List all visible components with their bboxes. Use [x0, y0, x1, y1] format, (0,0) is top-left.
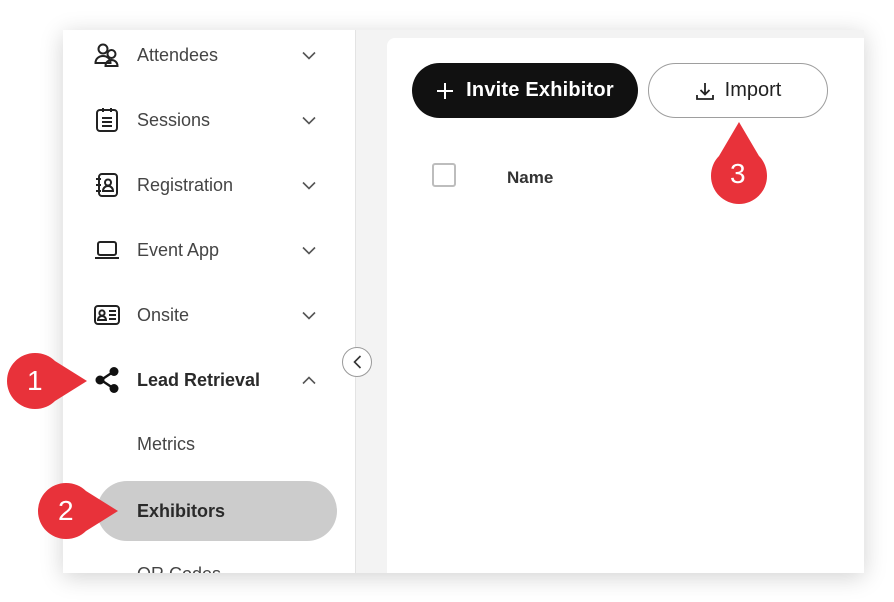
marker-shape-1 — [7, 353, 87, 409]
marker-number-3: 3 — [730, 158, 746, 189]
chevron-down-icon — [299, 305, 319, 325]
id-card-icon — [91, 299, 123, 331]
sidebar-item-label: Sessions — [137, 109, 211, 130]
app-frame: Attendees Sessions Registration Event Ap… — [63, 30, 864, 573]
sidebar-item-lead-retrieval[interactable]: Lead Retrieval — [63, 360, 356, 400]
invite-exhibitor-button[interactable]: Invite Exhibitor — [412, 63, 638, 118]
sidebar-item-sessions[interactable]: Sessions — [63, 100, 356, 140]
step-marker-1: 1 — [1, 351, 91, 416]
sidebar-item-label: Event App — [137, 239, 220, 260]
sidebar-item-label: Attendees — [137, 44, 219, 65]
laptop-icon — [91, 234, 123, 266]
column-header-name[interactable]: Name — [507, 168, 553, 188]
select-all-checkbox[interactable] — [432, 163, 456, 187]
download-icon — [695, 81, 715, 101]
sidebar-item-onsite[interactable]: Onsite — [63, 295, 356, 335]
contact-book-icon — [91, 169, 123, 201]
chevron-down-icon — [299, 240, 319, 260]
sidebar-subitem-qr-codes[interactable]: QR Codes — [137, 564, 221, 573]
chevron-down-icon — [299, 110, 319, 130]
sidebar-subitem-metrics[interactable]: Metrics — [137, 434, 195, 455]
chevron-down-icon — [299, 45, 319, 65]
import-label: Import — [724, 79, 782, 101]
sidebar-item-label: Onsite — [137, 304, 190, 325]
chevron-down-icon — [299, 175, 319, 195]
sidebar-subitem-exhibitors[interactable]: Exhibitors — [97, 481, 337, 541]
clipboard-icon — [91, 104, 123, 136]
sidebar-item-event-app[interactable]: Event App — [63, 230, 356, 270]
invite-exhibitor-label: Invite Exhibitor — [466, 79, 614, 101]
plus-icon — [436, 82, 454, 100]
collapse-sidebar-button[interactable] — [342, 347, 372, 377]
chevron-left-icon — [352, 355, 362, 369]
chevron-up-icon — [299, 370, 319, 390]
sidebar-item-attendees[interactable]: Attendees — [63, 35, 356, 75]
users-icon — [91, 39, 123, 71]
sidebar-item-label: Lead Retrieval — [137, 369, 261, 390]
marker-number-2: 2 — [58, 495, 74, 526]
sidebar-item-label: Registration — [137, 174, 234, 195]
import-button[interactable]: Import — [648, 63, 828, 118]
sidebar-item-registration[interactable]: Registration — [63, 165, 356, 205]
step-marker-3: 3 — [709, 120, 769, 215]
step-marker-2: 2 — [32, 481, 122, 546]
share-icon — [91, 364, 123, 396]
marker-number-1: 1 — [27, 365, 43, 396]
marker-shape-2 — [38, 483, 118, 539]
main-panel: Invite Exhibitor Import Name — [387, 38, 864, 573]
